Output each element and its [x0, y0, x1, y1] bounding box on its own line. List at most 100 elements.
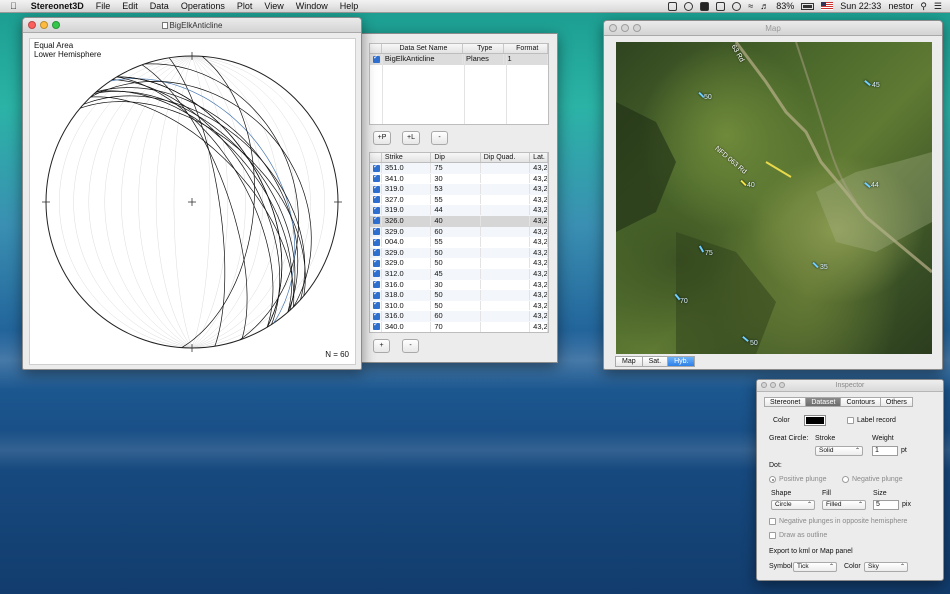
- dataset-checkbox[interactable]: [370, 54, 382, 64]
- minimize-window-icon[interactable]: [770, 382, 776, 388]
- record-checkbox[interactable]: [370, 268, 382, 279]
- tab-dataset[interactable]: Dataset: [805, 397, 842, 407]
- col-header-format[interactable]: Format: [504, 44, 548, 53]
- close-window-icon[interactable]: [609, 24, 617, 32]
- record-row[interactable]: 319.044 43,2: [370, 205, 548, 216]
- remove-record-button[interactable]: -: [402, 339, 419, 353]
- record-row[interactable]: 341.030 43,2: [370, 173, 548, 185]
- close-window-icon[interactable]: [28, 21, 36, 29]
- add-planes-button[interactable]: +P: [373, 131, 391, 145]
- record-row[interactable]: 004.055 43,2: [370, 237, 548, 248]
- col-header-dip-quad[interactable]: Dip Quad.: [481, 153, 531, 162]
- minimize-window-icon[interactable]: [621, 24, 629, 32]
- symbol-select[interactable]: Tick: [793, 562, 837, 572]
- clock[interactable]: Sun 22:33: [840, 1, 881, 11]
- add-lines-button[interactable]: +L: [402, 131, 420, 145]
- map-titlebar[interactable]: Map: [604, 21, 942, 36]
- record-checkbox[interactable]: [370, 300, 382, 311]
- negative-plunge-radio[interactable]: [842, 476, 849, 483]
- record-checkbox[interactable]: [370, 184, 382, 194]
- size-field[interactable]: 5: [873, 500, 899, 510]
- inspector-titlebar[interactable]: Inspector: [757, 380, 943, 392]
- record-row[interactable]: 329.060 43,2: [370, 226, 548, 238]
- record-checkbox[interactable]: [370, 215, 382, 226]
- col-header-check[interactable]: [370, 153, 382, 162]
- stroke-select[interactable]: Solid: [815, 446, 863, 456]
- record-row[interactable]: 340.070 43,2: [370, 321, 548, 332]
- record-checkbox[interactable]: [370, 163, 382, 173]
- dataset-row[interactable]: BigElkAnticline Planes 1: [370, 54, 548, 65]
- user-name[interactable]: nestor: [888, 1, 913, 11]
- weight-field[interactable]: 1: [872, 446, 898, 456]
- menu-help[interactable]: Help: [334, 1, 365, 11]
- record-row[interactable]: 310.050 43,2: [370, 300, 548, 312]
- record-checkbox[interactable]: [370, 205, 382, 215]
- record-checkbox[interactable]: [370, 247, 382, 258]
- record-row[interactable]: 329.050 43,2: [370, 258, 548, 269]
- add-record-button[interactable]: +: [373, 339, 390, 353]
- menu-edit[interactable]: Edit: [116, 1, 144, 11]
- menu-plot[interactable]: Plot: [231, 1, 259, 11]
- col-header-strike[interactable]: Strike: [382, 153, 432, 162]
- col-header-type[interactable]: Type: [463, 44, 505, 53]
- map-type-hybrid[interactable]: Hyb.: [667, 356, 696, 367]
- menu-window[interactable]: Window: [290, 1, 334, 11]
- record-checkbox[interactable]: [370, 173, 382, 184]
- record-checkbox[interactable]: [370, 321, 382, 332]
- col-header-check[interactable]: [370, 44, 382, 53]
- tab-stereonet[interactable]: Stereonet: [764, 397, 807, 407]
- record-row[interactable]: 312.045 43,2: [370, 268, 548, 280]
- record-row[interactable]: 329.050 43,2: [370, 247, 548, 259]
- volume-icon[interactable]: ♬: [760, 1, 769, 11]
- close-window-icon[interactable]: [761, 382, 767, 388]
- battery-percent[interactable]: 83%: [776, 1, 794, 11]
- wifi-icon[interactable]: ≈: [748, 1, 753, 11]
- record-row[interactable]: 316.030 43,2: [370, 279, 548, 291]
- map-type-map[interactable]: Map: [615, 356, 643, 367]
- label-record-checkbox[interactable]: [847, 417, 854, 424]
- notification-center-icon[interactable]: ☰: [934, 1, 942, 12]
- status-app-icon[interactable]: [716, 1, 726, 11]
- record-checkbox[interactable]: [370, 226, 382, 237]
- zoom-window-icon[interactable]: [779, 382, 785, 388]
- remove-dataset-button[interactable]: -: [431, 131, 448, 145]
- neg-plunges-checkbox[interactable]: [769, 518, 776, 525]
- map-type-satellite[interactable]: Sat.: [641, 356, 669, 367]
- color-well[interactable]: [804, 415, 826, 426]
- record-checkbox[interactable]: [370, 237, 382, 247]
- record-checkbox[interactable]: [370, 258, 382, 268]
- menu-file[interactable]: File: [90, 1, 117, 11]
- col-header-lat[interactable]: Lat.: [530, 153, 548, 162]
- tab-others[interactable]: Others: [879, 397, 913, 407]
- record-checkbox[interactable]: [370, 311, 382, 321]
- record-row[interactable]: 316.060 43,2: [370, 311, 548, 322]
- record-row[interactable]: 326.040 43,2: [370, 215, 548, 227]
- record-row[interactable]: 318.050 43,2: [370, 290, 548, 301]
- col-header-dip[interactable]: Dip: [431, 153, 481, 162]
- record-checkbox[interactable]: [370, 279, 382, 290]
- battery-icon[interactable]: [801, 2, 815, 10]
- menu-app-name[interactable]: Stereonet3D: [25, 1, 90, 11]
- record-checkbox[interactable]: [370, 194, 382, 205]
- status-app-icon[interactable]: [684, 1, 694, 11]
- stereonet-plot[interactable]: Equal Area Lower Hemisphere N = 60: [29, 38, 356, 365]
- shape-select[interactable]: Circle: [771, 500, 815, 510]
- export-color-select[interactable]: Sky: [864, 562, 908, 572]
- apple-menu-icon[interactable]: : [0, 1, 25, 11]
- menu-view[interactable]: View: [258, 1, 289, 11]
- stereonet-titlebar[interactable]: BigElkAnticline: [23, 18, 361, 33]
- col-header-name[interactable]: Data Set Name: [382, 44, 463, 53]
- status-app-icon[interactable]: [668, 1, 678, 11]
- draw-outline-checkbox[interactable]: [769, 532, 776, 539]
- zoom-window-icon[interactable]: [52, 21, 60, 29]
- input-source-flag-icon[interactable]: [821, 2, 834, 10]
- record-row[interactable]: 319.053 43,2: [370, 184, 548, 195]
- map-view[interactable]: NFD 063 Rd 63 Rd 50 45 40 44 75 35 70 50: [616, 42, 932, 354]
- fill-select[interactable]: Filled: [822, 500, 866, 510]
- minimize-window-icon[interactable]: [40, 21, 48, 29]
- menu-data[interactable]: Data: [144, 1, 175, 11]
- record-row[interactable]: 351.075 43,2: [370, 163, 548, 174]
- tab-contours[interactable]: Contours: [840, 397, 881, 407]
- zoom-window-icon[interactable]: [633, 24, 641, 32]
- status-app-icon[interactable]: [732, 1, 742, 11]
